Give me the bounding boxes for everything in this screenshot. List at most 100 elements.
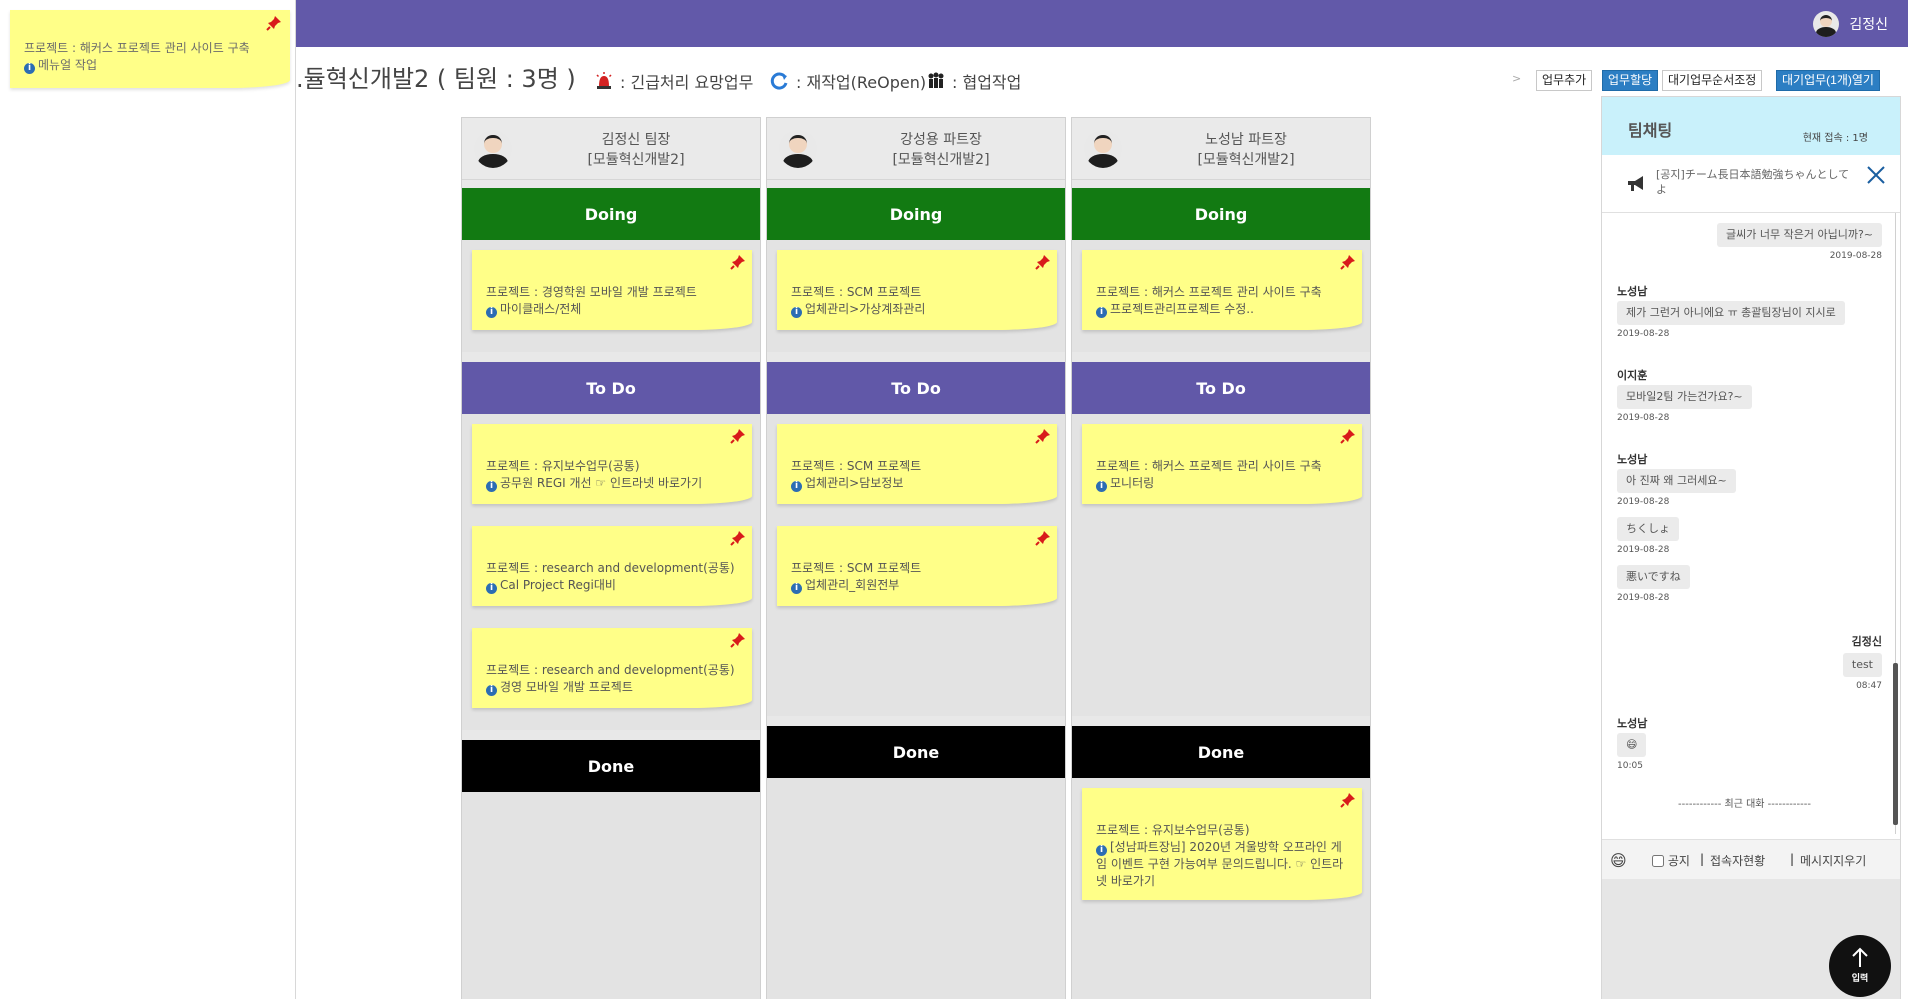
task-card[interactable]: 프로젝트 : research and development(공통) i Cal… <box>472 526 752 606</box>
member-avatar <box>1084 130 1122 168</box>
notice-label[interactable]: 공지 <box>1668 854 1690 868</box>
task-card[interactable]: 프로젝트 : research and development(공통) i 경영 … <box>472 628 752 708</box>
emoji-icon[interactable]: 😄 <box>1610 851 1627 870</box>
doing-section: Doing 프로젝트 : 경영학원 모바일 개발 프로젝트 i 마이클래스/전체 <box>462 188 760 352</box>
user-avatar[interactable] <box>1813 11 1840 37</box>
todo-section: To Do 프로젝트 : SCM 프로젝트 i 업체관리>담보정보 프로젝트 : … <box>767 362 1065 716</box>
chat-online-count: 현재 접속 : 1명 <box>1802 133 1868 144</box>
chat-time: 2019-08-28 <box>1617 329 1670 339</box>
open-waiting-button[interactable]: 대기업무(1개)열기 <box>1776 70 1880 91</box>
note-project: 프로젝트 : 해커스 프로젝트 관리 사이트 구축 <box>24 41 250 55</box>
task-card[interactable]: 프로젝트 : SCM 프로젝트 i 업체관리>가상계좌관리 <box>777 250 1057 330</box>
task-card[interactable]: 프로젝트 : 해커스 프로젝트 관리 사이트 구축 i 프로젝트관리프로젝트 수정… <box>1082 250 1362 330</box>
pin-icon[interactable] <box>1035 428 1051 444</box>
member-column: 노성남 파트장 [모듈혁신개발2] Doing 프로젝트 : 해커스 프로젝트 … <box>1071 117 1371 999</box>
doing-header: Doing <box>1072 188 1370 240</box>
task-project: 프로젝트 : research and development(공통) <box>486 561 735 575</box>
assign-task-button[interactable]: 업무할당 <box>1602 70 1659 91</box>
task-project: 프로젝트 : SCM 프로젝트 <box>791 285 922 299</box>
pin-icon[interactable] <box>1340 792 1356 808</box>
left-panel: 프로젝트 : 해커스 프로젝트 관리 사이트 구축 i 메뉴얼 작업 <box>0 0 296 999</box>
info-icon: i <box>1096 481 1107 492</box>
pin-icon[interactable] <box>730 428 746 444</box>
notice-checkbox[interactable] <box>1652 855 1664 867</box>
member-info: 강성용 파트장 [모듈혁신개발2] <box>827 130 1055 170</box>
pin-icon[interactable] <box>1340 428 1356 444</box>
toolbar-divider: | <box>1790 852 1795 866</box>
task-card[interactable]: 프로젝트 : 유지보수업무(공통) i [성남파트장님] 2020년 겨울방학 오… <box>1082 788 1362 900</box>
megaphone-icon <box>1628 176 1643 191</box>
todo-header: To Do <box>462 362 760 414</box>
pin-icon[interactable] <box>266 15 282 31</box>
task-text: 프로젝트관리프로젝트 수정.. <box>1110 302 1254 316</box>
task-card[interactable]: 프로젝트 : SCM 프로젝트 i 업체관리>담보정보 <box>777 424 1057 504</box>
chat-bubble: 悪いですね <box>1617 565 1690 589</box>
send-label: 입력 <box>1851 974 1869 984</box>
legend-collab-label: : 협업작업 <box>952 73 1022 92</box>
chat-sender: 이지훈 <box>1617 369 1648 382</box>
done-header: Done <box>767 726 1065 778</box>
task-detail: i 업체관리>담보정보 <box>791 475 1043 492</box>
pin-icon[interactable] <box>730 530 746 546</box>
user-name[interactable]: 김정신 <box>1849 14 1888 34</box>
task-card[interactable]: 프로젝트 : 경영학원 모바일 개발 프로젝트 i 마이클래스/전체 <box>472 250 752 330</box>
chat-header: 팀채팅 현재 접속 : 1명 <box>1602 97 1900 155</box>
done-section: Done <box>767 726 1065 999</box>
chat-scrollbar[interactable] <box>1893 213 1898 834</box>
chat-scroll-thumb[interactable] <box>1893 663 1898 825</box>
member-name: 김정신 팀장 <box>601 132 671 148</box>
task-card[interactable]: 프로젝트 : 해커스 프로젝트 관리 사이트 구축 i 모니터링 <box>1082 424 1362 504</box>
chat-sender: 노성남 <box>1617 717 1648 730</box>
pin-icon[interactable] <box>1035 530 1051 546</box>
chat-notice: [공지]チーム長日本語勉強ちゃんとしてよ <box>1602 155 1900 213</box>
send-button[interactable]: 입력 <box>1829 935 1891 997</box>
close-icon[interactable] <box>1866 165 1886 185</box>
task-project: 프로젝트 : 해커스 프로젝트 관리 사이트 구축 <box>1096 459 1322 473</box>
task-detail: i 경영 모바일 개발 프로젝트 <box>486 679 738 696</box>
task-text[interactable]: 공무원 REGI 개선 ☞ 인트라넷 바로가기 <box>500 476 702 490</box>
task-detail: i Cal Project Regi대비 <box>486 577 738 594</box>
task-detail[interactable]: i [성남파트장님] 2020년 겨울방학 오프라인 게임 이벤트 구현 가능여부… <box>1096 839 1348 890</box>
done-section: Done <box>462 740 760 999</box>
info-icon: i <box>486 307 497 318</box>
legend-urgent-label: : 긴급처리 요망업무 <box>620 73 754 92</box>
arrow-up-icon <box>1852 947 1868 967</box>
pin-icon[interactable] <box>730 632 746 648</box>
notice-toggle[interactable]: 공지 <box>1652 852 1690 869</box>
clear-messages-button[interactable]: 메시지지우기 <box>1800 852 1866 869</box>
chat-time: 2019-08-28 <box>1829 251 1882 261</box>
chat-sender: 노성남 <box>1617 453 1648 466</box>
chat-messages[interactable]: 글씨가 너무 작은거 아닙니까?~ 2019-08-28 노성남 제가 그런거 … <box>1602 213 1900 834</box>
chat-bubble: 아 진짜 왜 그러세요~ <box>1617 469 1736 493</box>
add-task-button[interactable]: 업무추가 <box>1536 70 1593 91</box>
legend-reopen-label: : 재작업(ReOpen) <box>796 73 927 92</box>
member-team: [모듈혁신개발2] <box>892 152 990 168</box>
member-column: 강성용 파트장 [모듈혁신개발2] Doing 프로젝트 : SCM 프로젝트 … <box>766 117 1066 999</box>
chat-input-area[interactable]: 입력 <box>1602 879 1900 999</box>
legend-reopen: : 재작업(ReOpen) <box>770 69 926 93</box>
reorder-waiting-button[interactable]: 대기업무순서조정 <box>1662 70 1763 91</box>
info-icon: i <box>791 481 802 492</box>
user-menu[interactable]: 김정신 <box>1813 11 1888 37</box>
task-text: 업체관리>담보정보 <box>805 476 904 490</box>
chat-notice-text: [공지]チーム長日本語勉強ちゃんとしてよ <box>1656 168 1850 196</box>
task-text[interactable]: [성남파트장님] 2020년 겨울방학 오프라인 게임 이벤트 구현 가능여부 … <box>1096 840 1343 888</box>
pin-icon[interactable] <box>1035 254 1051 270</box>
floating-sticky-note[interactable]: 프로젝트 : 해커스 프로젝트 관리 사이트 구축 i 메뉴얼 작업 <box>10 10 290 88</box>
task-detail[interactable]: i 공무원 REGI 개선 ☞ 인트라넷 바로가기 <box>486 475 738 492</box>
doing-header: Doing <box>767 188 1065 240</box>
task-text: 업체관리_회원전부 <box>805 578 900 592</box>
chat-time: 2019-08-28 <box>1617 593 1670 603</box>
chat-sender: 노성남 <box>1617 285 1648 298</box>
task-card[interactable]: 프로젝트 : 유지보수업무(공통) i 공무원 REGI 개선 ☞ 인트라넷 바로… <box>472 424 752 504</box>
task-card[interactable]: 프로젝트 : SCM 프로젝트 i 업체관리_회원전부 <box>777 526 1057 606</box>
pin-icon[interactable] <box>730 254 746 270</box>
online-users-button[interactable]: 접속자현황 <box>1710 852 1765 869</box>
chat-time: 08:47 <box>1856 681 1882 691</box>
pin-icon[interactable] <box>1340 254 1356 270</box>
chat-time: 2019-08-28 <box>1617 413 1670 423</box>
task-detail: i 업체관리_회원전부 <box>791 577 1043 594</box>
chat-bubble: 글씨가 너무 작은거 아닙니까?~ <box>1717 223 1882 247</box>
member-header: 노성남 파트장 [모듈혁신개발2] <box>1072 118 1370 180</box>
task-project: 프로젝트 : 경영학원 모바일 개발 프로젝트 <box>486 285 697 299</box>
